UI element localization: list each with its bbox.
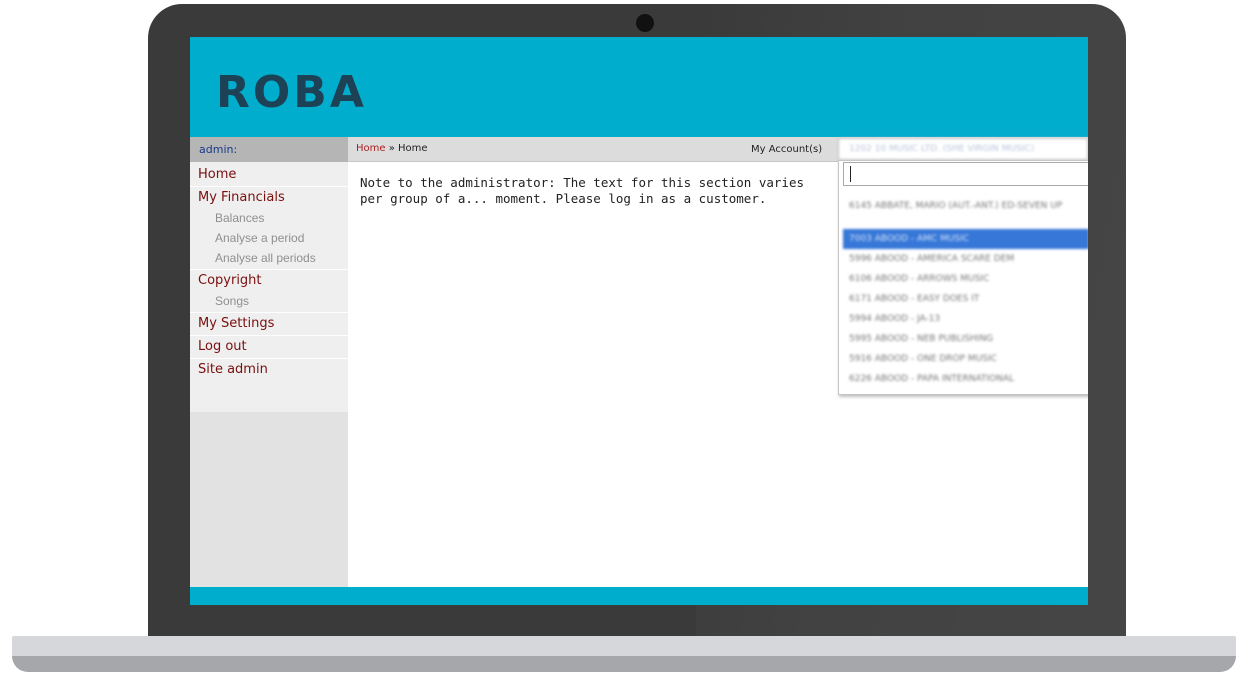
admin-note: Note to the administrator: The text for … bbox=[360, 175, 805, 206]
sidebar-item-home[interactable]: Home bbox=[198, 166, 236, 184]
laptop-base bbox=[12, 636, 1236, 656]
sidebar-item-songs[interactable]: Songs bbox=[215, 292, 249, 310]
screen: ROBA admin: Home My Financials Balances … bbox=[190, 37, 1088, 605]
laptop-base-bottom bbox=[12, 656, 1236, 672]
account-option[interactable]: 6226 ABOOD - PAPA INTERNATIONAL bbox=[843, 369, 1088, 389]
breadcrumb-current: Home bbox=[398, 143, 428, 154]
account-dropdown: 6145 ABBATE, MARIO (AUT.-ANT.) ED-SEVEN … bbox=[838, 160, 1088, 395]
text-caret bbox=[850, 166, 851, 182]
divider bbox=[190, 358, 348, 359]
account-option[interactable]: 6145 ABBATE, MARIO (AUT.-ANT.) ED-SEVEN … bbox=[843, 201, 1088, 225]
sidebar-item-my-settings[interactable]: My Settings bbox=[198, 315, 274, 333]
camera-icon bbox=[636, 14, 654, 32]
sidebar: admin: Home My Financials Balances Analy… bbox=[190, 137, 348, 587]
account-option[interactable]: 6171 ABOOD - EASY DOES IT bbox=[843, 289, 1088, 309]
account-option[interactable]: 5996 ABOOD - AMERICA SCARE DEM bbox=[843, 249, 1088, 269]
sidebar-item-analyse-all-periods[interactable]: Analyse all periods bbox=[215, 249, 316, 267]
sidebar-item-analyse-a-period[interactable]: Analyse a period bbox=[215, 229, 304, 247]
my-accounts-label: My Account(s) bbox=[751, 144, 823, 155]
sidebar-item-log-out[interactable]: Log out bbox=[198, 338, 247, 356]
sidebar-item-site-admin[interactable]: Site admin bbox=[198, 361, 268, 379]
account-option[interactable]: 5916 ABOOD - ONE DROP MUSIC bbox=[843, 349, 1088, 369]
sidebar-item-my-financials[interactable]: My Financials bbox=[198, 189, 285, 207]
account-option[interactable]: 5995 ABOOD - NEB PUBLISHING bbox=[843, 329, 1088, 349]
breadcrumb-home-link[interactable]: Home bbox=[356, 143, 386, 154]
account-option[interactable]: 5994 ABOOD - JA-13 bbox=[843, 309, 1088, 329]
sidebar-menu: Home My Financials Balances Analyse a pe… bbox=[190, 162, 348, 412]
divider bbox=[190, 335, 348, 336]
breadcrumb-separator: » bbox=[388, 143, 395, 154]
site-header: ROBA bbox=[190, 37, 1088, 137]
sidebar-item-copyright[interactable]: Copyright bbox=[198, 272, 262, 290]
account-search-input[interactable] bbox=[843, 162, 1088, 186]
roba-logo[interactable]: ROBA bbox=[216, 67, 367, 118]
sidebar-user-label: admin: bbox=[190, 137, 348, 162]
account-option-highlighted[interactable]: 7003 ABOOD - AMC MUSIC bbox=[843, 229, 1088, 249]
divider bbox=[190, 312, 348, 313]
footer-strip bbox=[190, 587, 1088, 605]
account-select[interactable]: 1202 10 MUSIC LTD. (SHE VIRGIN MUSIC) bbox=[838, 138, 1088, 160]
divider bbox=[190, 186, 348, 187]
sidebar-item-balances[interactable]: Balances bbox=[215, 209, 264, 227]
breadcrumb: Home » Home bbox=[356, 143, 428, 155]
divider bbox=[190, 269, 348, 270]
account-option[interactable]: 6106 ABOOD - ARROWS MUSIC bbox=[843, 269, 1088, 289]
